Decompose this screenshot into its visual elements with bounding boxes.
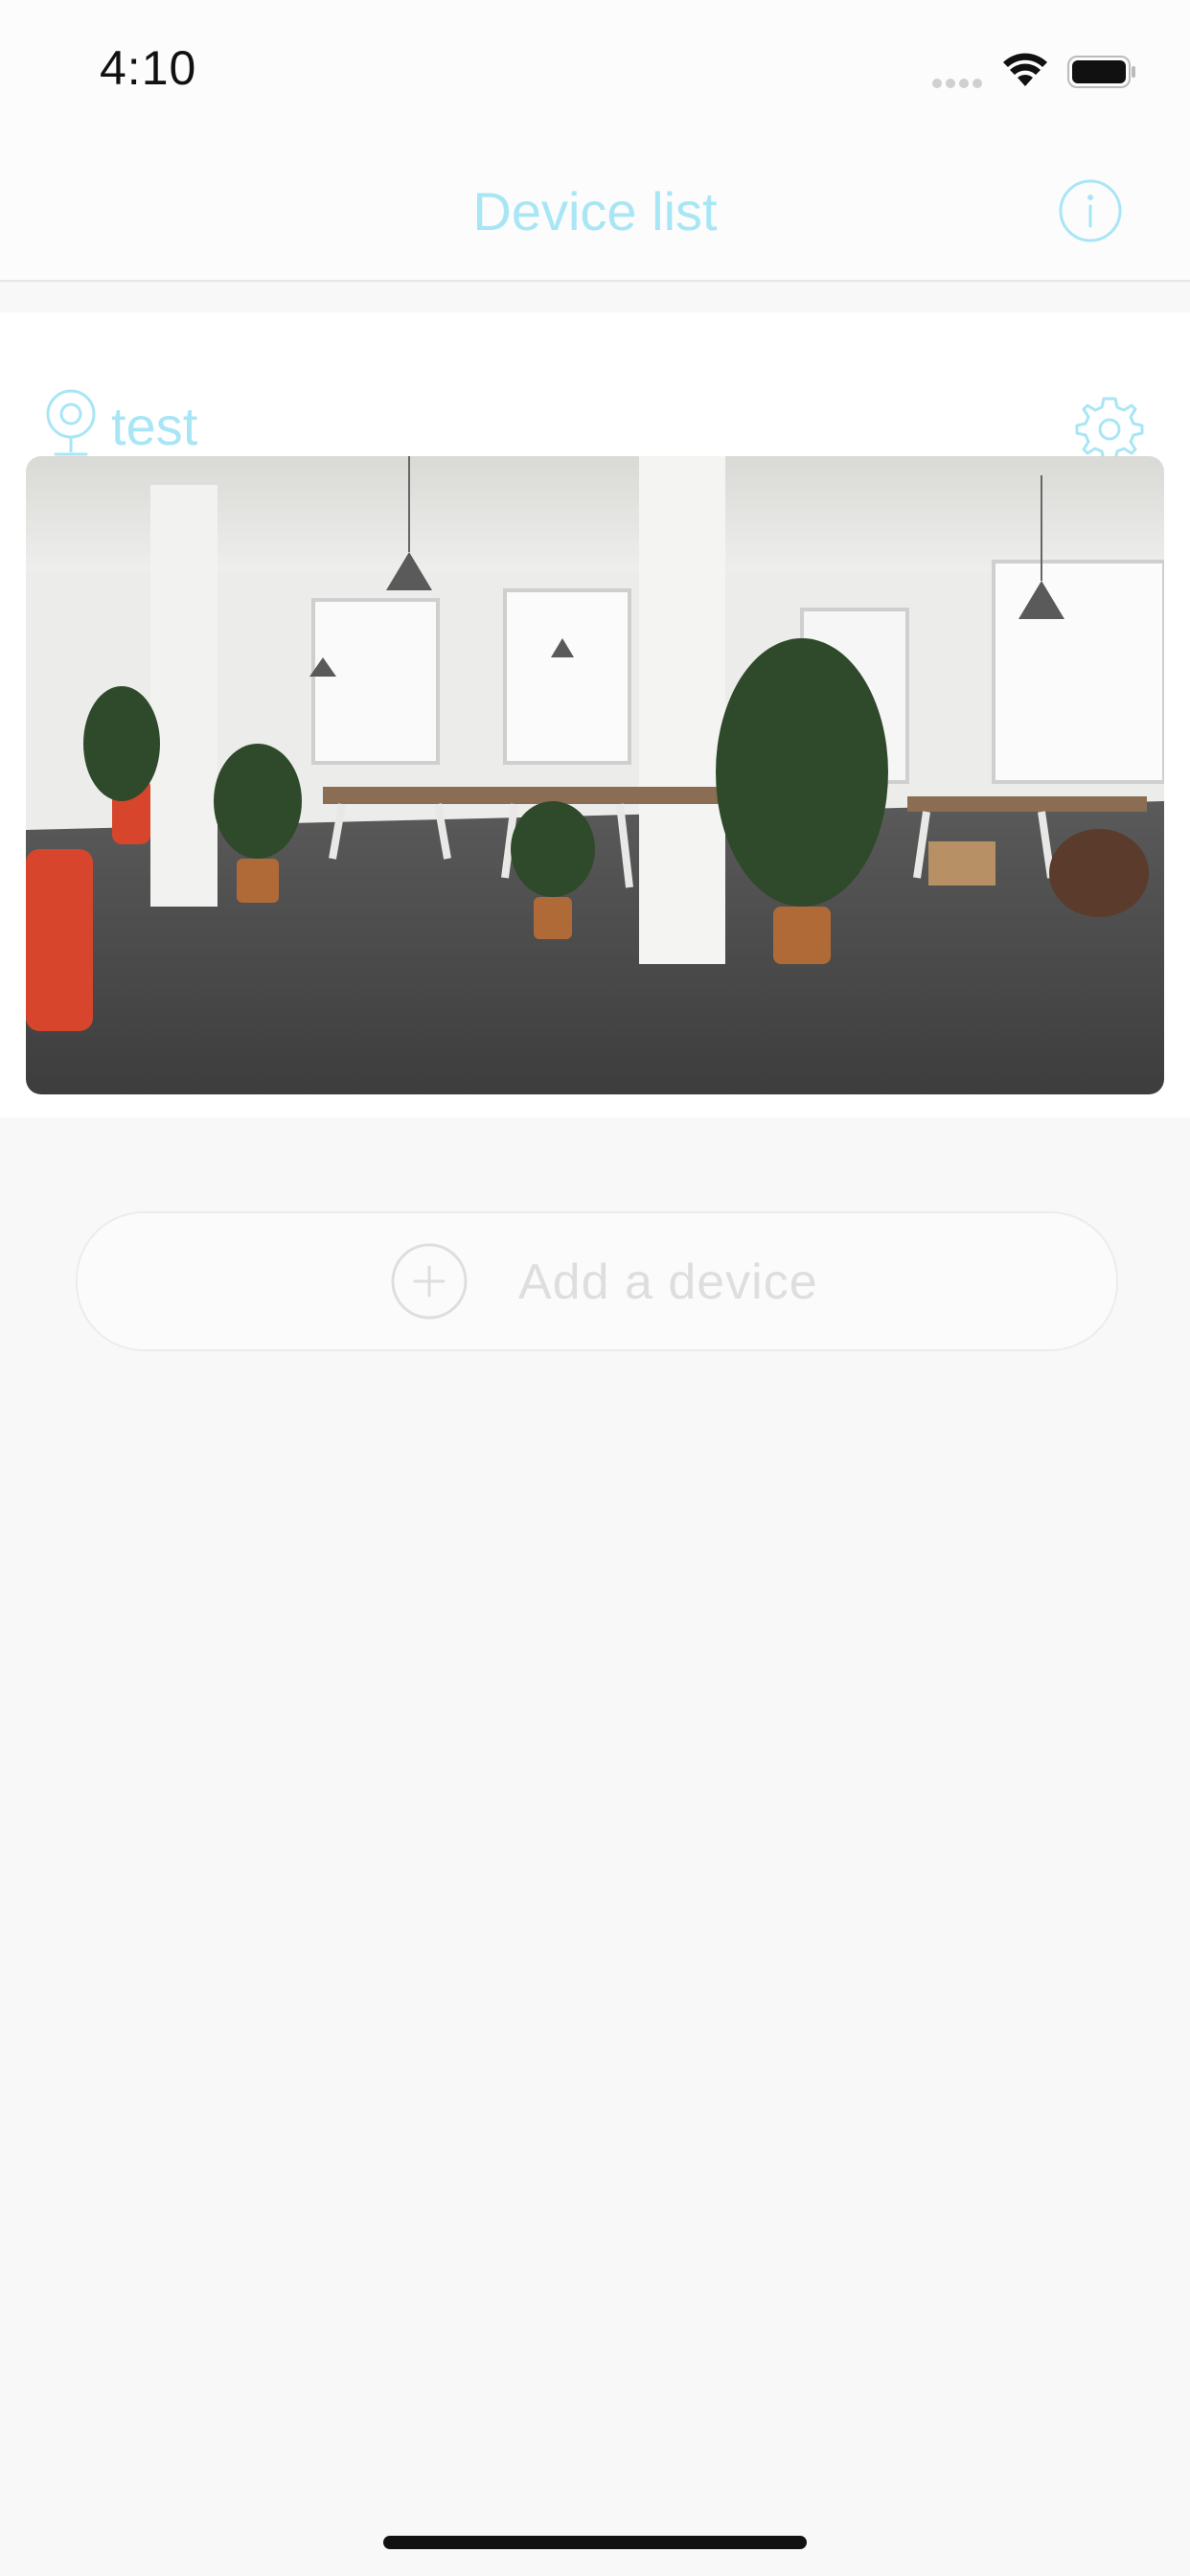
camera-icon (44, 389, 98, 463)
wifi-icon (1002, 52, 1048, 93)
status-time: 4:10 (100, 41, 197, 95)
plus-circle-icon (390, 1242, 469, 1325)
info-icon[interactable] (1058, 178, 1123, 243)
camera-preview-image[interactable] (26, 456, 1164, 1094)
device-list: test Add a device (0, 282, 1190, 2576)
navigation-bar: Device list (0, 144, 1190, 282)
device-name: test (111, 396, 198, 456)
gear-icon[interactable] (1073, 393, 1146, 466)
status-bar: 4:10 (0, 0, 1190, 144)
device-header: test (0, 312, 1190, 462)
add-device-label: Add a device (518, 1254, 818, 1310)
battery-icon (1067, 56, 1136, 93)
page-title: Device list (472, 181, 718, 242)
add-device-button[interactable]: Add a device (76, 1211, 1118, 1351)
cellular-signal-icon (931, 77, 989, 95)
home-indicator[interactable] (383, 2536, 807, 2549)
device-card[interactable]: test (0, 312, 1190, 1117)
